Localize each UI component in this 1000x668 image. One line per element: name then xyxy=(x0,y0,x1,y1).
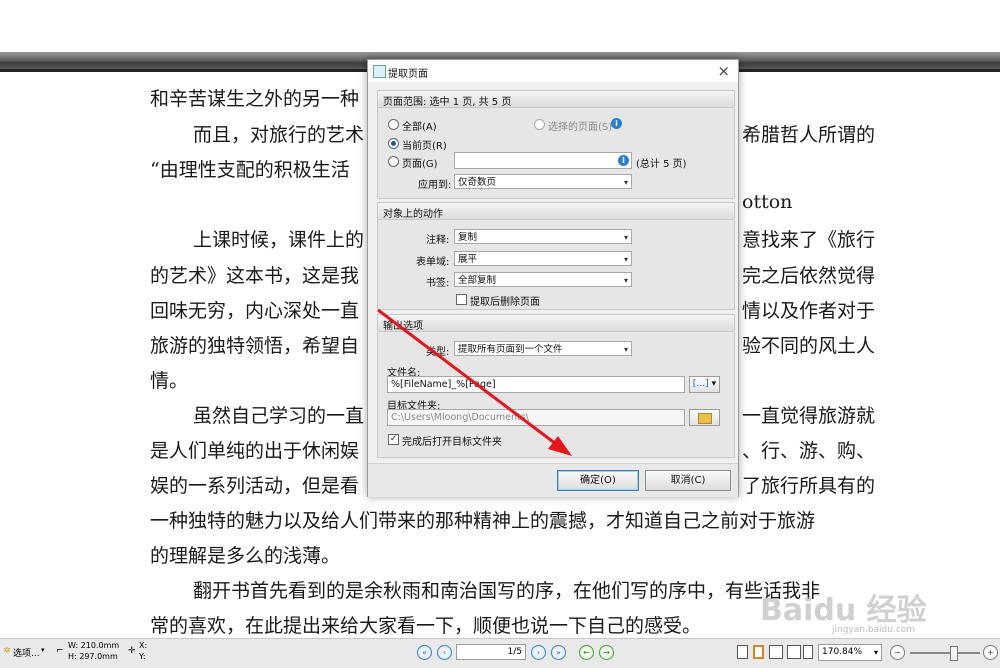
baidu-watermark: Baidu 经验 xyxy=(760,593,927,628)
chevron-down-icon[interactable]: ▾ xyxy=(41,646,45,654)
zoom-value: 170.84% xyxy=(822,647,863,657)
split-view-icon[interactable] xyxy=(803,645,813,659)
zoom-slider-track[interactable] xyxy=(910,652,980,654)
page-width: W: 210.0mm xyxy=(68,641,120,650)
gear-icon: ✲ xyxy=(3,646,11,656)
arrow-shaft xyxy=(377,308,561,449)
next-page-button[interactable]: › xyxy=(531,645,546,660)
zoom-select[interactable]: 170.84% ▾ xyxy=(818,644,882,661)
zoom-slider-handle[interactable] xyxy=(950,646,958,661)
status-bar: ✲ 选项... ▾ ⌐ W: 210.0mm H: 297.0mm ✛ X: Y… xyxy=(0,638,1000,668)
zoom-in-button[interactable]: + xyxy=(983,645,998,660)
facing-view-icon[interactable] xyxy=(769,645,783,659)
zoom-out-button[interactable]: − xyxy=(890,645,905,660)
first-page-button[interactable]: « xyxy=(417,645,432,660)
chevron-down-icon: ▾ xyxy=(873,648,878,657)
baidu-watermark-url: jingyan.baidu.com xyxy=(832,625,916,635)
cursor-x: X: xyxy=(139,641,148,650)
continuous-view-icon[interactable] xyxy=(753,645,764,659)
continuous-facing-view-icon[interactable] xyxy=(787,645,801,659)
last-page-button[interactable]: » xyxy=(551,645,566,660)
page-height: H: 297.0mm xyxy=(68,652,118,661)
cursor-icon: ✛ xyxy=(128,646,136,656)
prev-page-button[interactable]: ‹ xyxy=(437,645,452,660)
options-menu[interactable]: 选项... xyxy=(13,646,40,659)
cursor-y: Y: xyxy=(139,652,146,661)
back-button[interactable]: ← xyxy=(579,645,594,660)
single-page-view-icon[interactable] xyxy=(737,645,748,659)
page-number-input[interactable]: 1/5 xyxy=(456,644,526,660)
red-arrow-annotation xyxy=(377,308,572,456)
forward-button[interactable]: → xyxy=(599,645,614,660)
page-size-icon: ⌐ xyxy=(56,646,64,656)
